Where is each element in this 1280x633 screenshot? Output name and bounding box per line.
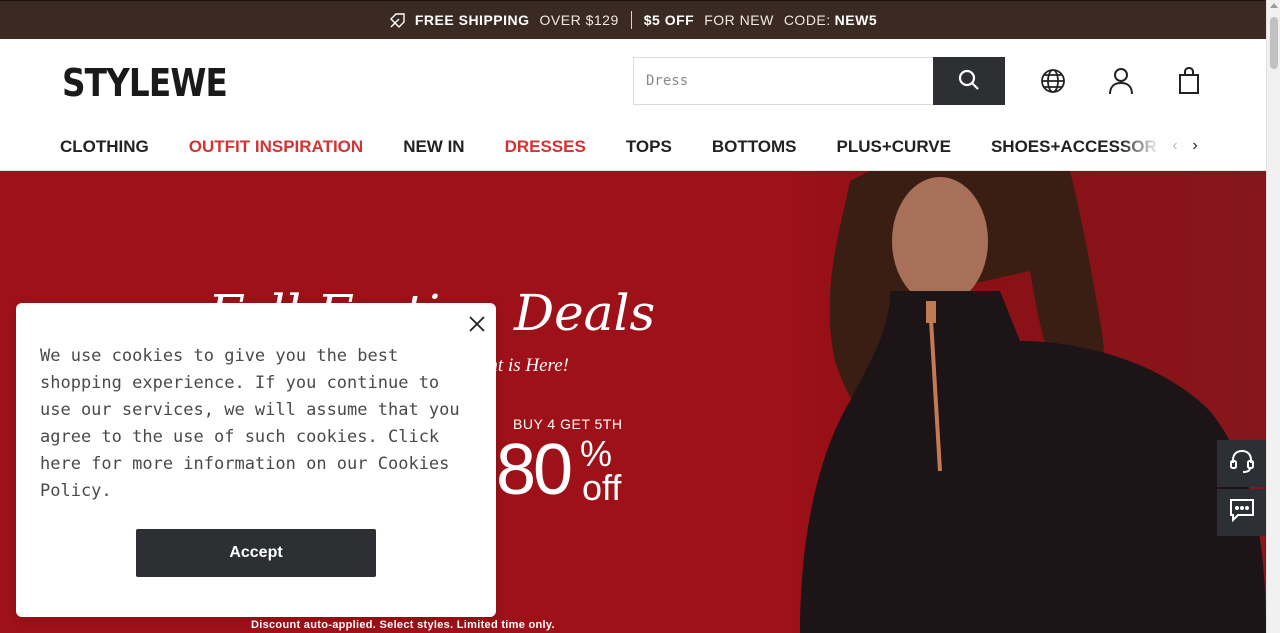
search-bar [633, 57, 1005, 105]
nav-item-tops[interactable]: TOPS [626, 137, 672, 157]
hero-model-image [780, 171, 1266, 633]
page-scrollbar[interactable] [1266, 0, 1280, 633]
accept-cookies-button[interactable]: Accept [136, 529, 376, 577]
promo-code-label: CODE: [783, 12, 831, 28]
nav-track: CLOTHING OUTFIT INSPIRATION NEW IN DRESS… [60, 123, 1158, 170]
site-header: STYLEWE [0, 39, 1266, 123]
nav-item-outfit-inspiration[interactable]: OUTFIT INSPIRATION [189, 137, 363, 157]
hero-offer-off: off [582, 467, 622, 508]
chat-icon [1229, 498, 1255, 527]
customer-service-button[interactable] [1217, 440, 1266, 487]
hero-offer-value: 80 [496, 430, 573, 510]
close-icon[interactable] [467, 314, 487, 334]
nav-item-plus-curve[interactable]: PLUS+CURVE [837, 137, 951, 157]
headset-icon [1229, 448, 1255, 479]
promo-divider [630, 11, 632, 29]
hero-offer-percent: % [580, 433, 613, 474]
nav-item-dresses[interactable]: DRESSES [505, 137, 586, 157]
nav-item-clothing[interactable]: CLOTHING [60, 137, 149, 157]
promo-discount-light: FOR NEW [704, 12, 774, 28]
nav-item-bottoms[interactable]: BOTTOMS [712, 137, 797, 157]
scroll-up-icon[interactable] [1270, 3, 1278, 8]
user-icon[interactable] [1107, 67, 1135, 95]
shopping-bag-icon[interactable] [1175, 67, 1203, 95]
promo-shipping-bold: FREE SHIPPING [414, 12, 530, 28]
nav-fade [1120, 123, 1160, 170]
promo-bar[interactable]: FREE SHIPPING OVER $129 $5 OFF FOR NEW C… [0, 0, 1266, 39]
main-nav: CLOTHING OUTFIT INSPIRATION NEW IN DRESS… [0, 123, 1266, 171]
hero-footnote: Discount auto-applied. Select styles. Li… [251, 619, 555, 631]
globe-icon[interactable] [1039, 67, 1067, 95]
promo-discount-bold: $5 OFF [643, 12, 695, 28]
brand-logo[interactable]: STYLEWE [62, 61, 228, 105]
promo-shipping-light: OVER $129 [539, 12, 619, 28]
rocket-icon [389, 11, 407, 29]
search-button[interactable] [933, 57, 1005, 105]
nav-item-new-in[interactable]: NEW IN [403, 137, 464, 157]
nav-next-icon[interactable]: › [1187, 137, 1203, 155]
page: FREE SHIPPING OVER $129 $5 OFF FOR NEW C… [0, 0, 1280, 633]
cookie-consent-dialog: We use cookies to give you the best shop… [16, 303, 496, 617]
chat-button[interactable] [1217, 489, 1266, 536]
search-input[interactable] [633, 57, 933, 105]
cookie-message[interactable]: We use cookies to give you the best shop… [40, 343, 480, 505]
promo-code-value: NEW5 [834, 12, 878, 28]
scroll-thumb[interactable] [1270, 17, 1278, 69]
nav-prev-icon[interactable]: ‹ [1167, 137, 1183, 155]
search-icon [958, 69, 980, 94]
